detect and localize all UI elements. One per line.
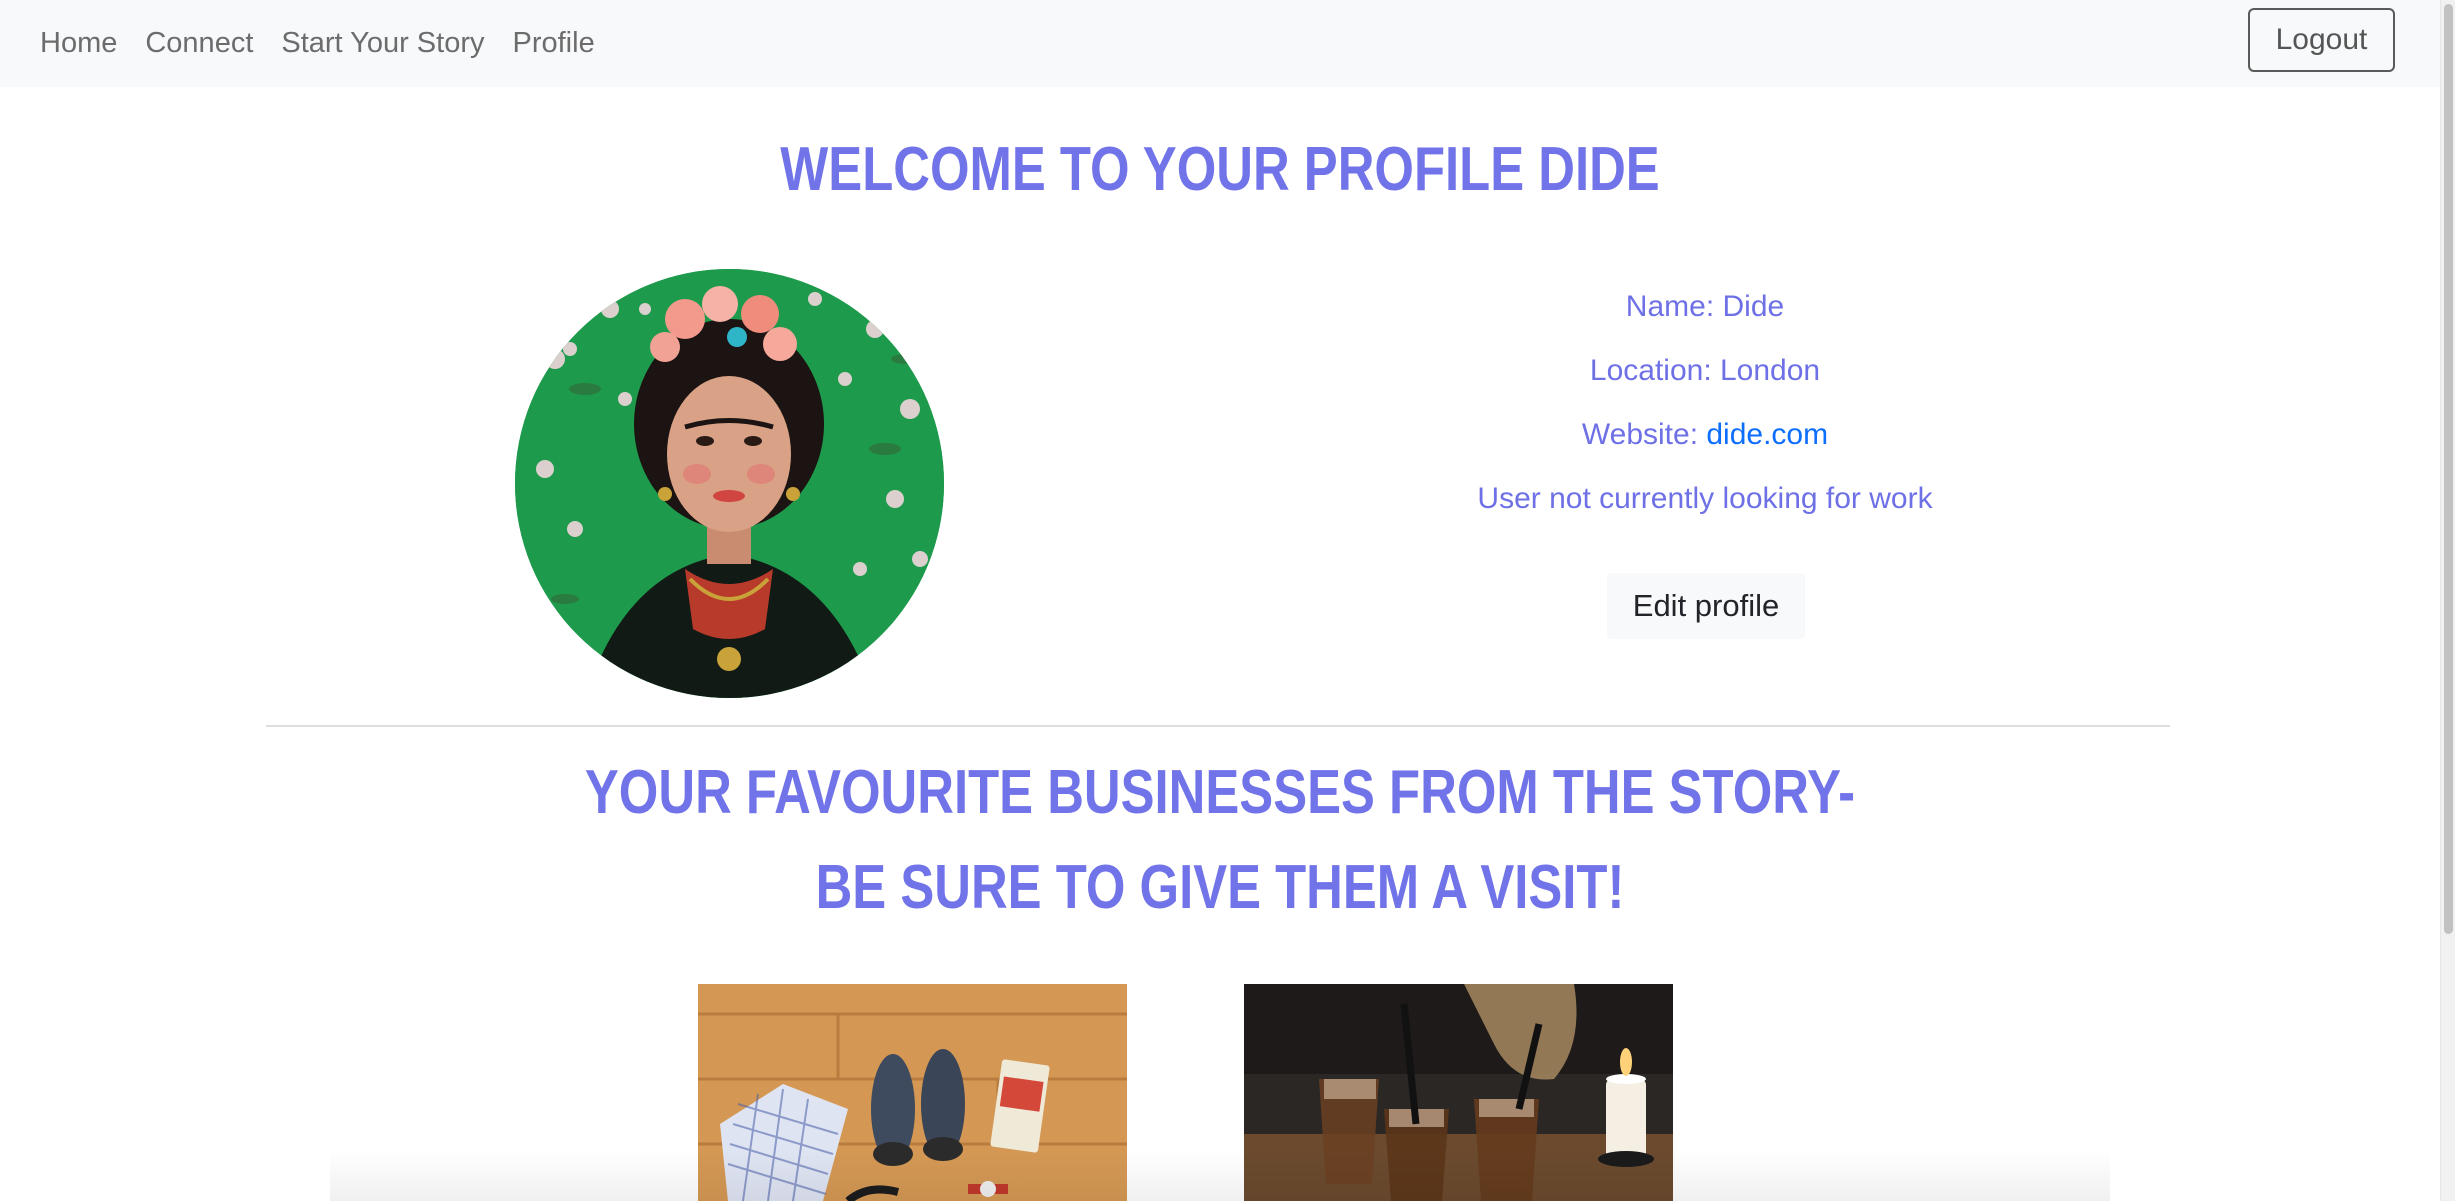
- work-status: User not currently looking for work: [1477, 482, 1933, 515]
- profile-portrait-image: [515, 269, 944, 698]
- favourites-heading-line-1: Your favourite businesses from the story…: [584, 758, 1856, 827]
- scrollbar-thumb[interactable]: [2444, 4, 2453, 934]
- avatar: [515, 269, 944, 698]
- logout-button[interactable]: Logout: [2248, 8, 2395, 72]
- business-card-image-cafe[interactable]: [1244, 984, 1673, 1201]
- navbar: Home Connect Start Your Story Profile Lo…: [0, 0, 2440, 87]
- profile-name: Name: Dide: [1625, 290, 1785, 323]
- edit-profile-button[interactable]: Edit profile: [1607, 573, 1805, 639]
- website-label: Website:: [1581, 418, 1707, 451]
- section-divider: [266, 725, 2170, 727]
- clothing-flatlay-image: [698, 984, 1127, 1201]
- profile-website: Website: dide.com: [1360, 418, 2050, 452]
- page-title: Welcome to your profile Dide: [780, 135, 1660, 204]
- nav-link-start-your-story[interactable]: Start Your Story: [281, 27, 484, 60]
- favourites-heading-line-2: be sure to give them a visit!: [815, 853, 1625, 922]
- nav-link-home[interactable]: Home: [40, 27, 117, 60]
- iced-drinks-image: [1244, 984, 1673, 1201]
- bottom-fade: [330, 1150, 2110, 1201]
- profile-location: Location: London: [1589, 354, 1821, 387]
- vertical-scrollbar[interactable]: [2440, 0, 2455, 1201]
- nav-links: Home Connect Start Your Story Profile: [40, 0, 595, 87]
- nav-link-connect[interactable]: Connect: [145, 27, 253, 60]
- business-card-image-clothing[interactable]: [698, 984, 1127, 1201]
- website-link[interactable]: dide.com: [1706, 418, 1828, 451]
- nav-link-profile[interactable]: Profile: [513, 27, 595, 60]
